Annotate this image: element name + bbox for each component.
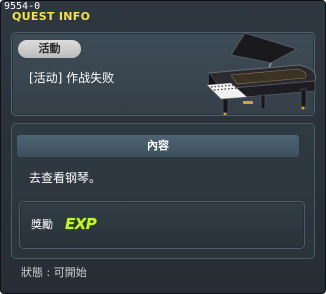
quest-name: [活动] 作战失败 bbox=[29, 71, 115, 85]
quest-status: 狀態 : 可開始 bbox=[21, 266, 87, 279]
content-header: 內容 bbox=[17, 135, 299, 157]
title-bar[interactable]: 9554-0 QUEST INFO bbox=[1, 1, 325, 27]
reward-label: 獎勵 bbox=[31, 218, 53, 231]
content-description: 去查看钢琴。 bbox=[29, 171, 102, 185]
grand-piano-icon bbox=[206, 32, 317, 115]
window-title: QUEST INFO bbox=[12, 10, 91, 23]
quest-tag-badge: 活動 bbox=[18, 40, 81, 58]
reward-box bbox=[19, 201, 305, 249]
exp-icon[interactable]: EXP bbox=[65, 215, 97, 233]
quest-info-window: 9554-0 QUEST INFO 活動 [活动] 作战失败 內容 去查看钢琴。… bbox=[0, 0, 326, 294]
